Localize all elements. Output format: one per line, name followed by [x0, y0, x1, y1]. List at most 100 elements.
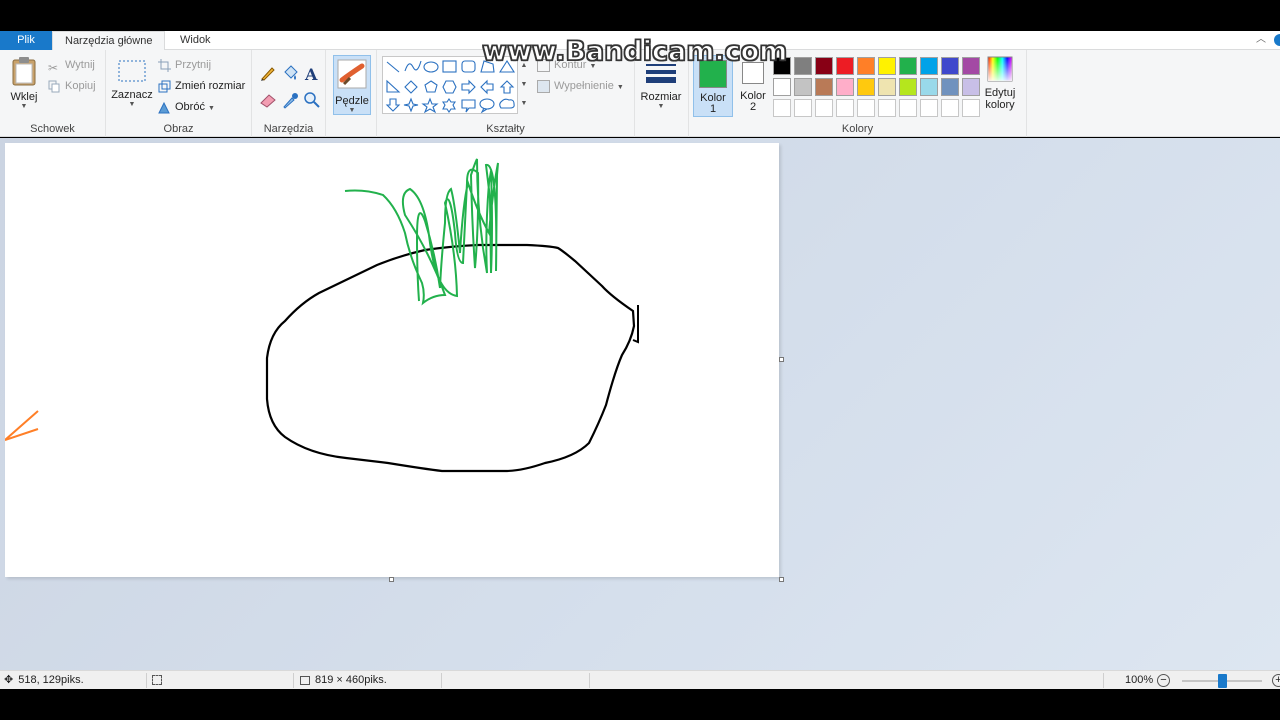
- eraser-icon[interactable]: [258, 90, 278, 110]
- arrow-up-shape-icon[interactable]: [499, 80, 515, 94]
- group-label-shapes: Kształty: [486, 123, 525, 135]
- palette-color-swatch[interactable]: [920, 78, 938, 96]
- hexagon-shape-icon[interactable]: [442, 80, 457, 94]
- drawing-canvas[interactable]: [4, 143, 779, 577]
- brushes-button[interactable]: Pędzle ▼: [333, 55, 371, 115]
- paste-button[interactable]: Wklej ▼: [6, 56, 42, 110]
- custom-color-swatch[interactable]: [836, 99, 854, 117]
- palette-color-swatch[interactable]: [962, 78, 980, 96]
- edit-colors-button[interactable]: Edytuj kolory: [982, 56, 1018, 111]
- copy-button[interactable]: Kopiuj: [48, 77, 96, 95]
- diamond-shape-icon[interactable]: [404, 80, 418, 94]
- tab-view[interactable]: Widok: [168, 31, 223, 50]
- fill-shape-dropdown-icon[interactable]: ▼: [617, 84, 624, 91]
- palette-color-swatch[interactable]: [878, 57, 896, 75]
- group-clipboard: Wklej ▼ ✂ Wytnij Kopiuj Schowek: [0, 50, 106, 137]
- crop-icon: [158, 58, 171, 72]
- zoom-out-button[interactable]: −: [1157, 674, 1170, 687]
- palette-color-swatch[interactable]: [920, 57, 938, 75]
- canvas-workspace: [0, 138, 1280, 670]
- image-size-text: 819 × 460piks.: [315, 674, 387, 686]
- select-button[interactable]: Zaznacz ▼: [110, 58, 154, 108]
- rotate-button[interactable]: Obróć ▼: [158, 98, 215, 116]
- bottom-black-bar: [0, 689, 1280, 720]
- palette-color-swatch[interactable]: [878, 78, 896, 96]
- star5-shape-icon[interactable]: [421, 97, 439, 114]
- arrow-down-shape-icon[interactable]: [385, 98, 401, 112]
- callout-rect-shape-icon[interactable]: [461, 99, 476, 113]
- custom-color-swatch[interactable]: [857, 99, 875, 117]
- custom-color-swatch[interactable]: [920, 99, 938, 117]
- size-label: Rozmiar: [640, 91, 682, 103]
- tab-home[interactable]: Narzędzia główne: [52, 31, 166, 51]
- custom-color-swatch[interactable]: [962, 99, 980, 117]
- callout-oval-shape-icon[interactable]: [479, 98, 495, 114]
- brushes-dropdown-icon[interactable]: ▼: [334, 107, 370, 114]
- arrow-right-shape-icon[interactable]: [461, 79, 476, 95]
- collapse-ribbon-icon[interactable]: ︿: [1256, 31, 1266, 49]
- palette-color-swatch[interactable]: [899, 57, 917, 75]
- palette-color-swatch[interactable]: [941, 78, 959, 96]
- palette-color-swatch[interactable]: [794, 78, 812, 96]
- paste-dropdown-icon[interactable]: ▼: [6, 103, 42, 110]
- palette-color-swatch[interactable]: [962, 57, 980, 75]
- rounded-rectangle-shape-icon[interactable]: [461, 60, 476, 73]
- size-dropdown-icon[interactable]: ▼: [638, 103, 684, 110]
- shapes-scroll-down-icon[interactable]: ▼: [519, 75, 529, 94]
- palette-color-swatch[interactable]: [815, 57, 833, 75]
- palette-color-swatch[interactable]: [857, 57, 875, 75]
- help-icon[interactable]: [1274, 34, 1280, 46]
- cut-button[interactable]: ✂ Wytnij: [48, 56, 95, 75]
- line-shape-icon[interactable]: [386, 61, 400, 73]
- palette-color-swatch[interactable]: [794, 57, 812, 75]
- tab-file[interactable]: Plik: [0, 31, 52, 50]
- palette-color-swatch[interactable]: [836, 57, 854, 75]
- select-label: Zaznacz: [111, 89, 153, 101]
- edit-colors-label-1: Edytuj: [984, 87, 1016, 99]
- resize-handle-right[interactable]: [779, 357, 784, 362]
- color-picker-icon[interactable]: [280, 90, 300, 110]
- custom-color-swatch[interactable]: [878, 99, 896, 117]
- crop-button[interactable]: Przytnij: [158, 56, 211, 74]
- rotate-dropdown-icon[interactable]: ▼: [208, 105, 215, 112]
- palette-color-swatch[interactable]: [815, 78, 833, 96]
- custom-color-swatch[interactable]: [815, 99, 833, 117]
- rectangle-shape-icon[interactable]: [442, 60, 457, 73]
- image-size-icon: [300, 675, 310, 685]
- star4-shape-icon[interactable]: [403, 97, 419, 113]
- resize-button[interactable]: Zmień rozmiar: [158, 77, 245, 95]
- palette-color-swatch[interactable]: [857, 78, 875, 96]
- fill-icon[interactable]: [280, 63, 300, 83]
- size-button[interactable]: Rozmiar ▼: [638, 62, 684, 110]
- magnifier-icon[interactable]: [302, 90, 322, 110]
- palette-color-swatch[interactable]: [836, 78, 854, 96]
- fill-shape-button[interactable]: Wypełnienie ▼: [537, 77, 624, 95]
- select-dropdown-icon[interactable]: ▼: [110, 101, 154, 108]
- oval-shape-icon[interactable]: [423, 61, 439, 73]
- group-label-colors: Kolory: [841, 123, 874, 135]
- custom-color-swatch[interactable]: [794, 99, 812, 117]
- scissors-icon: ✂: [48, 60, 59, 75]
- rotate-icon: [158, 101, 170, 114]
- status-separator: [441, 673, 442, 688]
- resize-handle-bottom[interactable]: [389, 577, 394, 582]
- arrow-left-shape-icon[interactable]: [480, 79, 494, 95]
- status-separator: [293, 673, 294, 688]
- custom-color-swatch[interactable]: [899, 99, 917, 117]
- pentagon-shape-icon[interactable]: [424, 80, 438, 93]
- callout-cloud-shape-icon[interactable]: [499, 98, 515, 109]
- custom-color-swatch[interactable]: [941, 99, 959, 117]
- curve-shape-icon[interactable]: [404, 60, 422, 72]
- text-icon[interactable]: A: [302, 63, 322, 83]
- custom-color-swatch[interactable]: [773, 99, 791, 117]
- resize-handle-corner[interactable]: [779, 577, 784, 582]
- palette-color-swatch[interactable]: [899, 78, 917, 96]
- palette-color-swatch[interactable]: [941, 57, 959, 75]
- palette-color-swatch[interactable]: [773, 78, 791, 96]
- pencil-icon[interactable]: [258, 63, 278, 83]
- shapes-expand-icon[interactable]: ▼: [519, 94, 529, 113]
- star6-shape-icon[interactable]: [441, 98, 457, 113]
- right-triangle-shape-icon[interactable]: [386, 79, 401, 93]
- zoom-in-button[interactable]: +: [1272, 674, 1280, 687]
- zoom-slider-thumb[interactable]: [1218, 674, 1227, 688]
